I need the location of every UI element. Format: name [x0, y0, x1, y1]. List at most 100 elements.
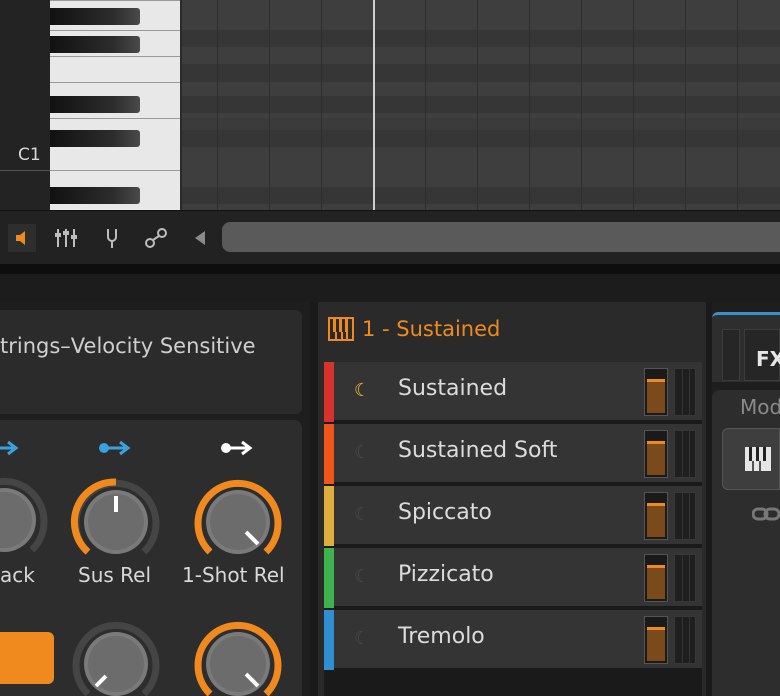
- mixer-sliders-icon[interactable]: [52, 224, 80, 252]
- articulation-label: Spiccato: [398, 500, 492, 525]
- color-tag: [324, 610, 334, 670]
- grid-row: [182, 187, 780, 204]
- level-meter: [644, 368, 668, 416]
- sus-rel-knob-label: Sus Rel: [78, 563, 152, 587]
- grid-line: [581, 0, 582, 210]
- tuning-fork-icon[interactable]: [98, 224, 126, 252]
- secondary-meter: [674, 492, 696, 540]
- grid-row: [182, 30, 780, 47]
- horizontal-scrollbar[interactable]: [222, 222, 780, 252]
- attack-knob[interactable]: [0, 472, 52, 568]
- piano-roll[interactable]: C1: [0, 0, 780, 210]
- release-arrow-icon: [99, 440, 131, 456]
- note-divider: [0, 170, 50, 171]
- moon-icon[interactable]: ☾: [354, 566, 370, 587]
- sus-rel-knob[interactable]: [66, 472, 166, 572]
- white-key-divider: [50, 0, 180, 1]
- articulation-header[interactable]: 1 - Sustained: [328, 316, 500, 342]
- fx-label: FX: [756, 347, 780, 371]
- note-label-c1: C1: [18, 145, 41, 165]
- black-key[interactable]: [50, 36, 140, 53]
- piano-keys-icon: [328, 317, 354, 341]
- modulation-link-icon[interactable]: [142, 224, 170, 252]
- black-key[interactable]: [50, 187, 140, 204]
- black-key[interactable]: [50, 8, 140, 25]
- level-meter: [644, 616, 668, 664]
- level-meter: [644, 554, 668, 602]
- grid-line: [529, 0, 530, 210]
- device-header-strip: [0, 274, 780, 302]
- grid-line: [269, 0, 270, 210]
- grid-line: [321, 0, 322, 210]
- grid-line: [633, 0, 634, 210]
- moon-icon[interactable]: ☾: [354, 442, 370, 463]
- knob-row2-center[interactable]: [66, 614, 166, 696]
- white-key-divider: [50, 82, 180, 83]
- speaker-icon[interactable]: [8, 224, 36, 252]
- articulation-label: Sustained: [398, 376, 508, 401]
- orange-toggle-button[interactable]: [0, 632, 54, 684]
- fx-slot[interactable]: FX: [712, 312, 780, 382]
- note-grid[interactable]: [182, 0, 780, 210]
- grid-row: [182, 130, 780, 147]
- articulation-item-pizzicato[interactable]: ☾ Pizzicato: [324, 548, 702, 608]
- white-key-divider: [50, 170, 180, 171]
- moon-icon[interactable]: ☾: [354, 504, 370, 525]
- secondary-meter: [674, 554, 696, 602]
- articulation-label: Sustained Soft: [398, 438, 558, 463]
- white-key-divider: [50, 118, 180, 119]
- color-tag: [324, 362, 334, 422]
- grid-row: [182, 47, 780, 64]
- mod-label: Mod: [740, 395, 780, 419]
- fx-slot-cell: [722, 329, 740, 381]
- grid-row: [182, 147, 780, 187]
- release-arrow-icon: [0, 440, 19, 456]
- color-tag: [324, 424, 334, 484]
- white-key-divider: [50, 56, 180, 57]
- one-shot-rel-knob[interactable]: [188, 472, 288, 572]
- articulation-item-tremolo[interactable]: ☾ Tremolo: [324, 610, 702, 670]
- grid-line: [425, 0, 426, 210]
- level-meter: [644, 492, 668, 540]
- secondary-meter: [674, 368, 696, 416]
- knob-row2-right[interactable]: [188, 614, 288, 696]
- note-gutter: C1: [0, 0, 50, 210]
- articulation-label: Tremolo: [398, 624, 485, 649]
- moon-icon[interactable]: ☾: [354, 380, 370, 401]
- grid-row: [182, 0, 780, 30]
- grid-line: [477, 0, 478, 210]
- black-key[interactable]: [50, 96, 140, 113]
- articulation-item-sustained-soft[interactable]: ☾ Sustained Soft: [324, 424, 702, 484]
- sampler-device-panel: trings–Velocity Sensitive ack Sus Rel 1-…: [0, 302, 310, 696]
- secondary-meter: [674, 430, 696, 478]
- panel-divider[interactable]: [0, 264, 780, 274]
- color-tag: [324, 486, 334, 546]
- preset-name: trings–Velocity Sensitive: [0, 334, 256, 358]
- attack-knob-label: ack: [0, 563, 35, 587]
- level-meter: [644, 430, 668, 478]
- fx-panel: FX Mod: [712, 302, 780, 696]
- grid-line: [217, 0, 218, 210]
- articulation-item-spiccato[interactable]: ☾ Spiccato: [324, 486, 702, 546]
- color-tag: [324, 548, 334, 608]
- piano-keyboard[interactable]: [50, 0, 182, 210]
- articulation-header-label: 1 - Sustained: [362, 317, 501, 341]
- articulation-label: Pizzicato: [398, 562, 494, 587]
- white-key-divider: [50, 30, 180, 31]
- scroll-left-arrow-icon[interactable]: [186, 224, 214, 252]
- grid-row: [182, 96, 780, 113]
- piano-keys-icon: [745, 447, 771, 471]
- grid-row: [182, 64, 780, 82]
- moon-icon[interactable]: ☾: [354, 628, 370, 649]
- black-key[interactable]: [50, 130, 140, 147]
- mod-keyboard-button[interactable]: [722, 428, 780, 490]
- link-icon[interactable]: [751, 506, 780, 527]
- playhead[interactable]: [373, 0, 375, 210]
- articulation-item-sustained[interactable]: ☾ Sustained: [324, 362, 702, 422]
- one-shot-rel-knob-label: 1-Shot Rel: [182, 563, 285, 587]
- envelope-knob-panel: ack Sus Rel 1-Shot Rel: [0, 420, 302, 696]
- articulation-panel: 1 - Sustained ☾ Sustained ☾ Sustained So…: [318, 302, 706, 696]
- grid-line: [685, 0, 686, 210]
- secondary-meter: [674, 616, 696, 664]
- preset-display[interactable]: trings–Velocity Sensitive: [0, 310, 302, 414]
